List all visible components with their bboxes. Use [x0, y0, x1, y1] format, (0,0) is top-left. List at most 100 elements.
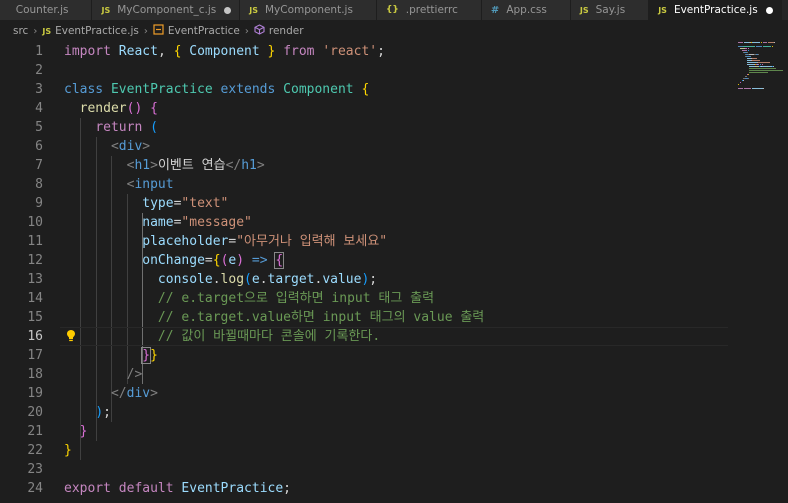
- breadcrumb-folder[interactable]: src: [13, 25, 28, 37]
- tab-say-js[interactable]: JS Say.js: [570, 0, 650, 20]
- line-number: 8: [35, 177, 43, 192]
- code-line[interactable]: 14 // e.target으로 입력하면 input 태그 출력: [0, 289, 730, 308]
- code-token: >: [142, 139, 151, 154]
- code-text: render() {: [64, 99, 158, 118]
- code-token: render: [79, 101, 127, 116]
- minimap-mark: [744, 88, 751, 89]
- line-number: 13: [27, 272, 43, 287]
- minimap-mark: [751, 88, 764, 89]
- code-token: Component: [283, 82, 354, 97]
- tab-label: Say.js: [595, 4, 626, 16]
- code-token: }: [141, 347, 152, 364]
- code-line[interactable]: 24 export default EventPractice;: [0, 479, 730, 498]
- code-token: name: [142, 215, 174, 230]
- code-line[interactable]: 2: [0, 61, 730, 80]
- tab-prettierrc[interactable]: {} .prettierrc: [376, 0, 482, 20]
- minimap-mark: [763, 42, 767, 43]
- code-token: class: [64, 82, 104, 97]
- tab-mycomponent-js[interactable]: JS MyComponent.js: [240, 0, 377, 20]
- code-token: EventPractice: [181, 481, 284, 496]
- code-line[interactable]: 5 return (: [0, 118, 730, 137]
- code-line[interactable]: 16 // 값이 바뀔때마다 콘솔에 기록한다.: [0, 327, 730, 346]
- code-line[interactable]: 12 onChange={(e) => {: [0, 251, 730, 270]
- code-line[interactable]: 18 />: [0, 365, 730, 384]
- code-line[interactable]: 7 <h1>이벤트 연습</h1>: [0, 156, 730, 175]
- chevron-right-icon: ›: [33, 25, 38, 37]
- code-line[interactable]: 8 <input: [0, 175, 730, 194]
- code-line[interactable]: 15 // e.target.value하면 input 태그의 value 출…: [0, 308, 730, 327]
- code-token: (): [126, 101, 143, 116]
- code-line[interactable]: 6 <div>: [0, 137, 730, 156]
- minimap-mark: [757, 54, 759, 55]
- code-token: extends: [220, 82, 276, 97]
- code-text: }: [64, 422, 88, 441]
- code-line[interactable]: 19 </div>: [0, 384, 730, 403]
- class-symbol-icon: [153, 24, 164, 38]
- code-token: export: [64, 481, 111, 496]
- line-number: 6: [35, 139, 43, 154]
- minimap-mark: [738, 88, 744, 89]
- code-text: placeholder="아무거나 입력해 보세요": [64, 232, 387, 251]
- code-editor[interactable]: 1 import React, { Component } from 'react…: [0, 40, 730, 503]
- code-token: // e.target으로 입력하면 input 태그 출력: [157, 291, 435, 306]
- code-line[interactable]: 3 class EventPractice extends Component {: [0, 80, 730, 99]
- code-token: ;: [369, 272, 378, 287]
- code-token: ,: [157, 44, 174, 59]
- code-token: >: [150, 386, 158, 401]
- code-token: ): [236, 253, 245, 268]
- code-line[interactable]: 22}: [0, 441, 730, 460]
- code-token: h1: [134, 158, 151, 173]
- code-line[interactable]: 20 );: [0, 403, 730, 422]
- code-line[interactable]: 17 }}: [0, 346, 730, 365]
- code-line[interactable]: 4 render() {: [0, 99, 730, 118]
- line-number: 17: [27, 348, 43, 363]
- code-text: console.log(e.target.value);: [64, 270, 377, 289]
- code-text: <input: [64, 175, 174, 194]
- line-number: 20: [27, 405, 43, 420]
- code-token: ): [95, 405, 104, 420]
- line-number: 11: [27, 234, 43, 249]
- tab-bar: JSCounter.jsJSMyComponent_c.jsJSMyCompon…: [0, 0, 788, 20]
- code-line[interactable]: 21 }: [0, 422, 730, 441]
- code-token: {: [212, 253, 221, 268]
- minimap[interactable]: [730, 40, 788, 503]
- code-line[interactable]: 9 type="text": [0, 194, 730, 213]
- code-token: (: [150, 120, 158, 135]
- code-line[interactable]: 1 import React, { Component } from 'react…: [0, 42, 730, 61]
- tab-label: App.css: [506, 4, 547, 16]
- tab-eventpractice-js[interactable]: JS EventPractice.js: [649, 0, 782, 20]
- code-line[interactable]: 11 placeholder="아무거나 입력해 보세요": [0, 232, 730, 251]
- code-line[interactable]: 13 console.log(e.target.value);: [0, 270, 730, 289]
- js-file-icon: JS: [249, 5, 258, 15]
- css-file-icon: #: [490, 4, 500, 16]
- tab-mycomponent-c-js[interactable]: JS MyComponent_c.js: [92, 0, 241, 20]
- code-token: .: [212, 272, 221, 287]
- code-line[interactable]: 23: [0, 460, 730, 479]
- minimap-mark: [747, 52, 748, 53]
- code-line[interactable]: 10 name="message": [0, 213, 730, 232]
- unsaved-dot-icon[interactable]: [765, 6, 773, 14]
- code-text: name="message": [64, 213, 252, 232]
- tab-counter-js[interactable]: JSCounter.js: [0, 0, 93, 20]
- code-token: Component: [189, 44, 260, 59]
- code-text: <h1>이벤트 연습</h1>: [64, 156, 265, 175]
- code-token: "message": [181, 215, 252, 230]
- tab-app-css[interactable]: # App.css: [481, 0, 571, 20]
- breadcrumb-file[interactable]: EventPractice.js: [55, 25, 139, 37]
- breadcrumb-class[interactable]: EventPractice: [168, 25, 240, 37]
- code-token: return: [95, 120, 143, 135]
- minimap-mark: [747, 48, 749, 49]
- minimap-mark: [747, 62, 757, 63]
- unsaved-dot-icon[interactable]: [224, 6, 232, 14]
- code-token: }: [79, 424, 88, 439]
- minimap-mark: [738, 42, 744, 43]
- line-number: 18: [27, 367, 43, 382]
- breadcrumb-method[interactable]: render: [269, 25, 304, 37]
- code-text: type="text": [64, 194, 228, 213]
